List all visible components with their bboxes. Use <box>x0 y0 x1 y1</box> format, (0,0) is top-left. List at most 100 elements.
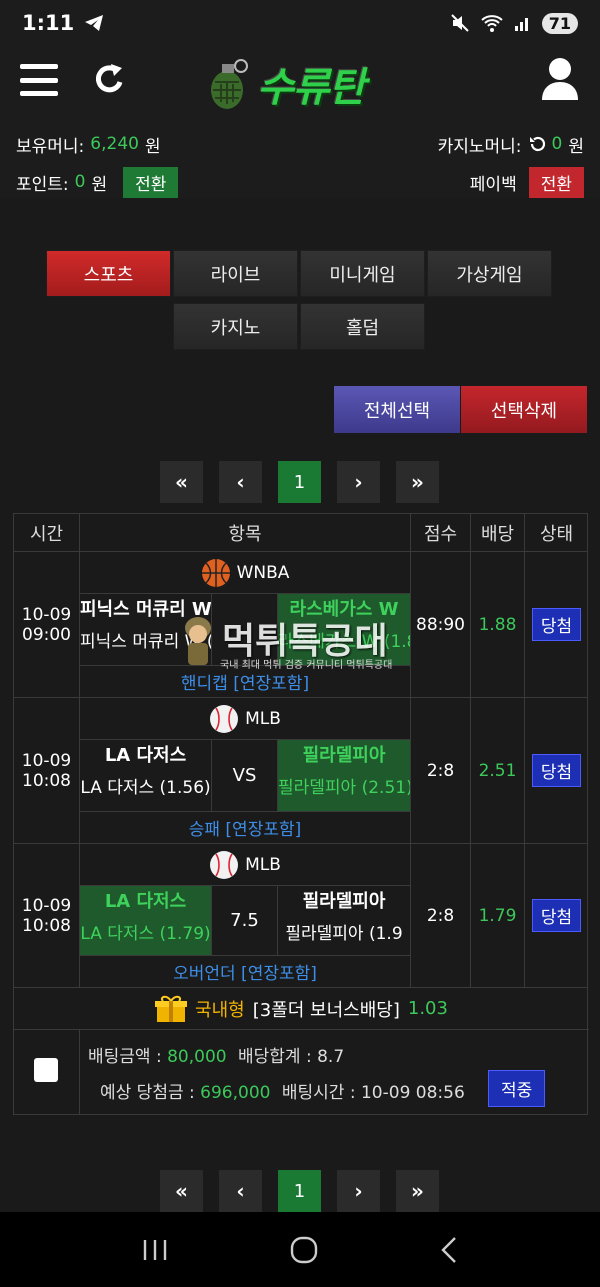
point-value: 0 <box>74 172 86 192</box>
page-current-button[interactable]: 1 <box>278 461 321 503</box>
away-team-cell[interactable]: 필라델피아 필라델피아 (1.9 <box>278 886 411 956</box>
mute-icon <box>451 14 469 32</box>
page-last-button[interactable]: » <box>396 461 439 503</box>
page-prev-button[interactable]: ‹ <box>219 461 262 503</box>
bet-type: 승패 [연장포함] <box>80 812 411 844</box>
casino-label: 카지노머니: <box>437 136 522 157</box>
home-team-name: 피닉스 머큐리 W <box>80 599 212 620</box>
point-unit: 원 <box>91 174 108 195</box>
bet-type: 오버언더 [연장포함] <box>80 956 411 988</box>
system-nav-bar <box>0 1212 600 1287</box>
bet-type: 핸디캡 [연장포함] <box>80 666 411 698</box>
expected-label: 예상 당첨금 : <box>100 1083 195 1103</box>
away-team-cell[interactable]: 라스베가스 W 라스베가스 W (1.88) <box>278 594 411 666</box>
point-convert-button[interactable]: 전환 <box>123 166 179 198</box>
page-current-button[interactable]: 1 <box>278 1170 321 1212</box>
bet-history-table: 시간 항목 점수 배당 상태 10-09 09:00 WNBA 피닉스 머큐리 … <box>13 513 589 1115</box>
tab-live[interactable]: 라이브 <box>173 250 298 297</box>
casino-value: 0 <box>551 134 563 154</box>
row-time: 10:08 <box>22 915 71 936</box>
status-badge: 당첨 <box>531 754 582 787</box>
home-team-cell[interactable]: LA 다저스 LA 다저스 (1.79) <box>80 886 212 956</box>
status-cell: 당첨 <box>525 698 588 844</box>
odds-total-value: 8.7 <box>317 1047 345 1067</box>
wifi-icon <box>481 15 503 32</box>
page-next-button[interactable]: › <box>337 1170 380 1212</box>
away-team-odd: 라스베가스 W (1.88) <box>278 632 410 652</box>
wallet-panel: 보유머니: 6,240 원 카지노머니: 0 원 포인트: 0 원 전환 페이백… <box>0 124 600 198</box>
league-row: MLB <box>80 698 411 740</box>
home-icon[interactable] <box>290 1236 318 1264</box>
select-all-button[interactable]: 전체선택 <box>334 386 460 433</box>
row-date: 10-09 <box>21 750 72 771</box>
app-header: 수류탄 <box>0 46 600 124</box>
league-row: MLB <box>80 844 411 886</box>
back-icon[interactable] <box>439 1236 459 1264</box>
expected-value: 696,000 <box>200 1083 271 1103</box>
header-status: 상태 <box>525 514 588 552</box>
point-label: 포인트: <box>16 174 69 195</box>
signal-icon <box>514 18 528 31</box>
tab-minigame[interactable]: 미니게임 <box>300 250 425 297</box>
clock: 1:11 <box>22 11 75 35</box>
odds-cell: 1.79 <box>471 844 525 988</box>
page-next-button[interactable]: › <box>337 461 380 503</box>
home-team-cell[interactable]: 피닉스 머큐리 W 피닉스 머큐리 W (1.88) <box>80 594 212 666</box>
page-first-button[interactable]: « <box>160 461 203 503</box>
header-time: 시간 <box>14 514 80 552</box>
pagination-bottom: « ‹ 1 › » <box>160 1170 440 1212</box>
grenade-logo <box>211 59 248 109</box>
delete-selected-button[interactable]: 선택삭제 <box>461 386 587 433</box>
away-team-name: 필라델피아 <box>302 891 386 912</box>
odds-cell: 1.88 <box>471 552 525 698</box>
score-cell: 2:8 <box>411 844 471 988</box>
select-checkbox[interactable] <box>34 1058 58 1082</box>
page-last-button[interactable]: » <box>396 1170 439 1212</box>
casino-refresh-icon[interactable] <box>528 135 546 153</box>
home-team-cell[interactable]: LA 다저스 LA 다저스 (1.56) <box>80 740 212 812</box>
status-badge: 당첨 <box>531 899 582 932</box>
payback-convert-button[interactable]: 전환 <box>528 166 584 198</box>
bonus-value: 1.03 <box>407 998 448 1019</box>
bet-amount-value: 80,000 <box>167 1047 227 1067</box>
row-time: 09:00 <box>22 624 71 645</box>
gift-icon <box>155 995 188 1022</box>
user-icon[interactable] <box>540 56 580 102</box>
bonus-desc: [3폴더 보너스배당] <box>252 999 400 1021</box>
tab-virtual[interactable]: 가상게임 <box>427 250 552 297</box>
score-cell: 2:8 <box>411 698 471 844</box>
odds-total-label: 배당합계 : <box>238 1047 312 1067</box>
brand-logo[interactable]: 수류탄 <box>205 54 405 114</box>
refresh-icon[interactable] <box>92 60 128 100</box>
header-item: 항목 <box>80 514 411 552</box>
holding-value: 6,240 <box>90 134 139 154</box>
home-team-name: LA 다저스 <box>104 891 187 912</box>
tab-holdem[interactable]: 홀덤 <box>300 303 425 350</box>
away-team-cell[interactable]: 필라델피아 필라델피아 (2.51) <box>278 740 411 812</box>
recent-apps-icon[interactable] <box>141 1238 169 1262</box>
baseball-icon <box>210 704 239 733</box>
league-name: MLB <box>245 854 281 875</box>
menu-icon[interactable] <box>20 64 58 96</box>
status-cell: 당첨 <box>525 552 588 698</box>
tab-sports[interactable]: 스포츠 <box>46 250 171 297</box>
bet-time-label: 배팅시간 : <box>281 1083 356 1103</box>
tab-casino[interactable]: 카지노 <box>173 303 298 350</box>
status-cell: 당첨 <box>525 844 588 988</box>
basketball-icon <box>201 558 230 587</box>
status-bar: 1:11 71 <box>0 0 600 46</box>
page-prev-button[interactable]: ‹ <box>219 1170 262 1212</box>
payback-label: 페이백 <box>469 174 517 195</box>
bet-summary: 배팅금액 : 80,000 배당합계 : 8.7 예상 당첨금 : 696,00… <box>14 1030 589 1114</box>
away-team-odd: 필라델피아 (1.9 <box>285 924 403 944</box>
row-time-cell: 10-09 10:08 <box>14 844 80 988</box>
score-cell: 88:90 <box>411 552 471 698</box>
league-row: WNBA <box>80 552 411 594</box>
bet-amount-label: 배팅금액 : <box>88 1047 162 1067</box>
home-team-odd: 피닉스 머큐리 W (1.88) <box>80 632 211 652</box>
away-team-name: 라스베가스 W <box>289 599 399 620</box>
odds-cell: 2.51 <box>471 698 525 844</box>
page-first-button[interactable]: « <box>160 1170 203 1212</box>
league-name: WNBA <box>236 562 290 583</box>
battery-level: 71 <box>541 12 578 34</box>
